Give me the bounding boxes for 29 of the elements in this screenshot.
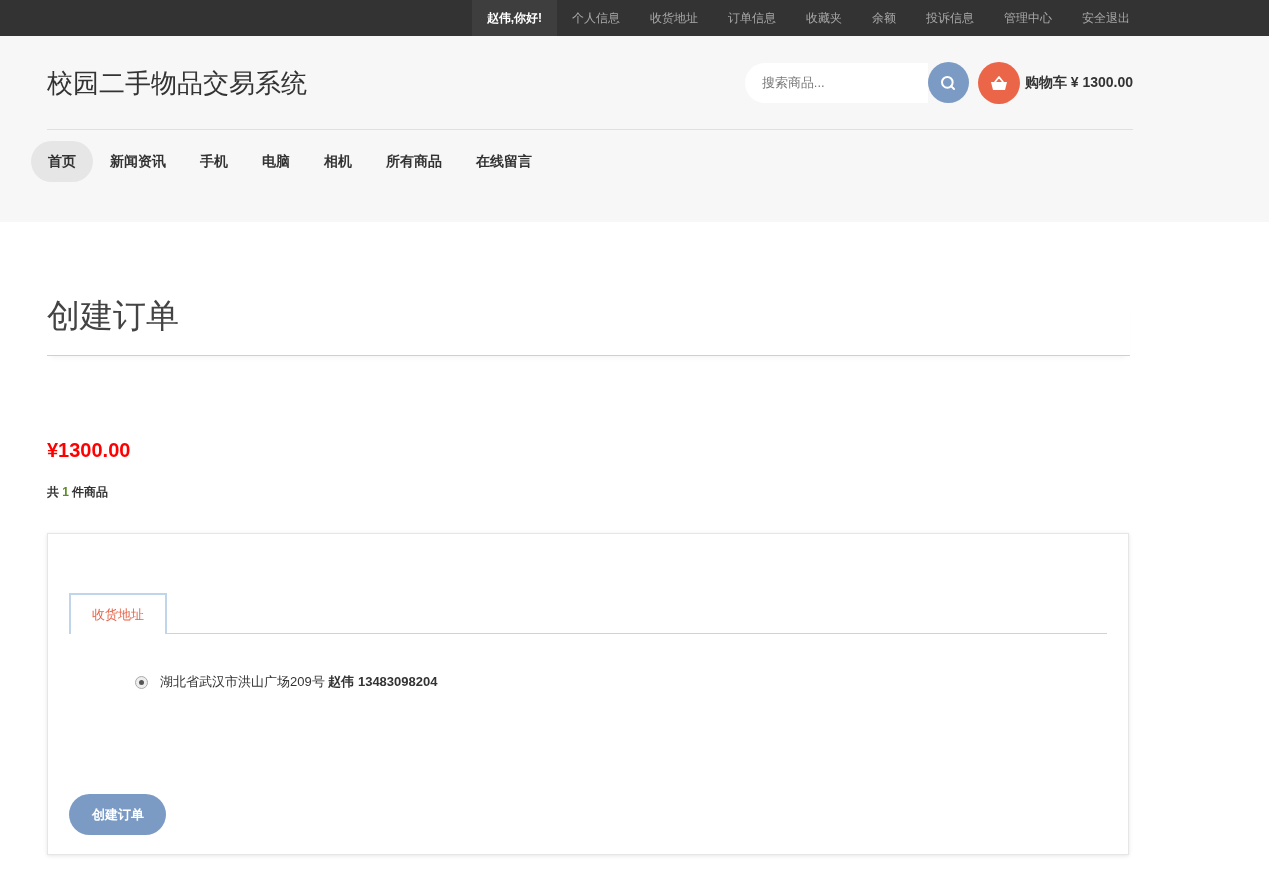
top-bar-link[interactable]: 收藏夹 xyxy=(791,0,857,36)
nav-item[interactable]: 首页 xyxy=(31,141,93,182)
nav-item[interactable]: 在线留言 xyxy=(459,141,549,182)
top-bar-link[interactable]: 收货地址 xyxy=(635,0,713,36)
nav-item[interactable]: 新闻资讯 xyxy=(93,141,183,182)
search-icon xyxy=(940,74,957,91)
top-bar-link[interactable]: 投诉信息 xyxy=(911,0,989,36)
nav-item[interactable]: 手机 xyxy=(183,141,245,182)
top-bar-link[interactable]: 订单信息 xyxy=(713,0,791,36)
search-button[interactable] xyxy=(927,62,969,103)
greeting-text: 赵伟,你好! xyxy=(471,0,557,36)
tab[interactable]: 收货地址 xyxy=(69,593,167,634)
order-total: ¥1300.00 xyxy=(47,438,131,462)
nav-item[interactable]: 电脑 xyxy=(245,141,307,182)
basket-icon xyxy=(977,61,1020,104)
search-field[interactable]: 搜索商品... xyxy=(744,62,928,103)
page-title: 创建订单 xyxy=(47,296,179,336)
top-bar-link[interactable]: 管理中心 xyxy=(989,0,1067,36)
nav-item[interactable]: 相机 xyxy=(307,141,369,182)
site-title: 校园二手物品交易系统 xyxy=(47,66,307,99)
top-bar-link[interactable]: 安全退出 xyxy=(1067,0,1145,36)
item-count-text: 共 1 件商品 xyxy=(47,484,109,500)
nav-item[interactable]: 所有商品 xyxy=(369,141,459,182)
top-bar-link[interactable]: 个人信息 xyxy=(557,0,635,36)
cart-link[interactable]: 购物车 ¥ 1300.00 xyxy=(977,61,1133,104)
radio-button[interactable] xyxy=(135,675,148,689)
top-bar-link[interactable]: 余额 xyxy=(857,0,911,36)
address-text: 湖北省武汉市洪山广场209号 赵伟 13483098204 xyxy=(160,673,438,692)
create-order-button[interactable]: 创建订单 xyxy=(69,794,166,835)
